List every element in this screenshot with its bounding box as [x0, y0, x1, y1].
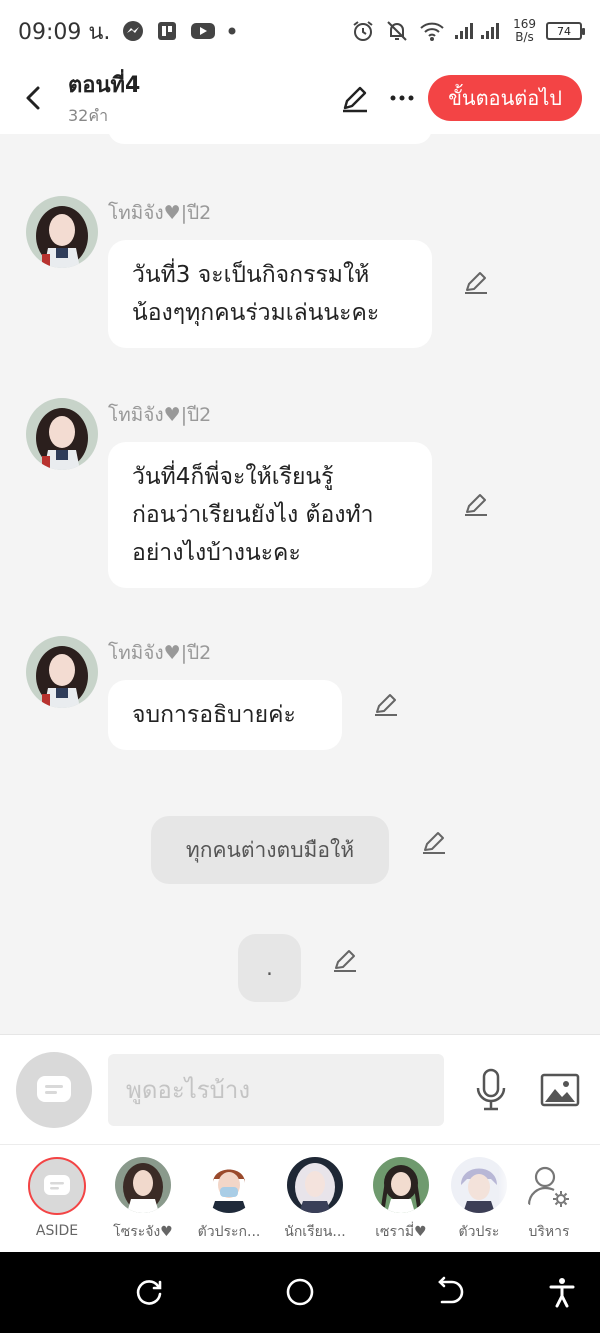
- character-serami[interactable]: เซรามี่♥: [359, 1157, 443, 1243]
- avatar-girl-icon: [26, 398, 98, 470]
- avatar: [287, 1157, 343, 1213]
- back-nav-button[interactable]: [434, 1276, 466, 1312]
- character-label: ASIDE: [35, 1223, 79, 1239]
- header: ตอนที่4 32คำ ขั้นตอนต่อไป: [0, 62, 600, 134]
- manage-characters-icon-wrap: [521, 1157, 577, 1213]
- recents-button[interactable]: [134, 1276, 166, 1312]
- character-student[interactable]: นักเรียน...: [273, 1157, 357, 1243]
- character-aside[interactable]: ASIDE: [15, 1157, 99, 1239]
- character-sora[interactable]: โซระจัง♥: [101, 1157, 185, 1243]
- character-label: นักเรียน...: [284, 1224, 346, 1240]
- microphone-icon: [476, 1068, 506, 1110]
- more-button[interactable]: [390, 94, 414, 102]
- character-label: ตัวประก...: [197, 1224, 261, 1240]
- aside-toggle-button[interactable]: [16, 1051, 92, 1128]
- status-left: 09:09 น.: [18, 14, 236, 49]
- title-block: ตอนที่4 32คำ: [68, 67, 140, 129]
- sender-name: โทมิจัง♥|ปี2: [108, 404, 212, 426]
- edit-narration-button[interactable]: [331, 946, 359, 978]
- edit-message-button[interactable]: [462, 490, 490, 522]
- notification-dot-icon: [228, 27, 236, 35]
- app-icon: [156, 20, 178, 42]
- aside-avatar: [28, 1157, 86, 1215]
- avatar-girl-icon: [26, 196, 98, 268]
- message-bubble[interactable]: จบการอธิบายค่ะ: [108, 680, 342, 750]
- accessibility-icon: [549, 1278, 575, 1308]
- messenger-icon: [122, 20, 144, 42]
- accessibility-button[interactable]: [546, 1276, 578, 1312]
- avatar: [201, 1157, 257, 1213]
- avatar-girl-icon: [115, 1157, 171, 1213]
- avatar[interactable]: [26, 398, 98, 470]
- wifi-icon: [419, 20, 445, 42]
- recents-icon: [136, 1280, 162, 1305]
- user-settings-icon: [527, 1166, 569, 1207]
- avatar: [373, 1157, 429, 1213]
- net-speed: 169 B/s: [513, 18, 536, 44]
- next-step-button[interactable]: ขั้นตอนต่อไป: [428, 75, 582, 121]
- youtube-icon: [190, 21, 216, 41]
- status-right: 169 B/s 74: [351, 18, 585, 44]
- header-actions: [340, 83, 414, 113]
- pencil-icon: [465, 272, 487, 294]
- chat-bubble-icon: [44, 1175, 70, 1195]
- character-extra-1[interactable]: ตัวประก...: [187, 1157, 271, 1243]
- chevron-left-icon: [26, 86, 40, 110]
- message-bubble[interactable]: วันที่3 จะเป็นกิจกรรมให้ น้องๆทุกคนร่วมเ…: [108, 240, 432, 348]
- character-bar: ASIDE โซระจัง♥ ตัวประก... นักเรียน... เซ…: [0, 1144, 600, 1253]
- more-dots-icon: [390, 95, 414, 101]
- pencil-icon: [423, 832, 445, 854]
- status-bar: 09:09 น. 169 B/s 74: [0, 0, 600, 62]
- message-input[interactable]: [108, 1053, 444, 1126]
- sender-name: โทมิจัง♥|ปี2: [108, 642, 212, 664]
- edit-title-button[interactable]: [340, 83, 370, 113]
- narration-bubble[interactable]: ทุกคนต่างตบมือให้: [151, 816, 389, 884]
- avatar-girl-icon: [26, 636, 98, 708]
- avatar-girl-icon: [287, 1157, 343, 1213]
- sender-name: โทมิจัง♥|ปี2: [108, 202, 212, 224]
- status-time: 09:09 น.: [18, 19, 111, 45]
- avatar-girl-icon: [373, 1157, 429, 1213]
- character-label: ตัวประ: [458, 1224, 500, 1240]
- manage-characters-button[interactable]: บริหาร: [507, 1157, 591, 1243]
- edit-message-button[interactable]: [372, 690, 400, 722]
- signal-icon: [455, 21, 503, 41]
- system-nav-bar: [0, 1252, 600, 1333]
- word-count: 32คำ: [68, 106, 109, 125]
- chat-bubble-icon: [37, 1075, 71, 1102]
- message-bubble[interactable]: วันที่4ก็พี่จะให้เรียนรู้ ก่อนว่าเรียนยั…: [108, 442, 432, 588]
- net-speed-unit: B/s: [515, 30, 534, 44]
- image-button[interactable]: [540, 1073, 580, 1107]
- mic-button[interactable]: [474, 1068, 508, 1112]
- home-button[interactable]: [284, 1276, 316, 1312]
- image-icon: [540, 1073, 580, 1106]
- character-label: โซระจัง♥: [113, 1224, 173, 1240]
- pencil-icon: [375, 694, 397, 716]
- pencil-icon: [334, 950, 356, 972]
- alarm-icon: [351, 19, 375, 43]
- previous-message-bubble[interactable]: [108, 134, 432, 144]
- character-label: เซรามี่♥: [375, 1224, 427, 1240]
- back-button[interactable]: [18, 78, 48, 118]
- edit-message-button[interactable]: [462, 268, 490, 300]
- composer: [0, 1034, 600, 1144]
- avatar[interactable]: [26, 196, 98, 268]
- home-circle-icon: [286, 1278, 314, 1306]
- edit-narration-button[interactable]: [420, 828, 448, 860]
- net-speed-value: 169: [513, 17, 536, 31]
- pencil-icon: [343, 86, 368, 113]
- chat-area[interactable]: โทมิจัง♥|ปี2 วันที่3 จะเป็นกิจกรรมให้ น้…: [0, 134, 600, 1034]
- avatar-boy-icon: [201, 1157, 257, 1213]
- avatar[interactable]: [26, 636, 98, 708]
- avatar: [115, 1157, 171, 1213]
- battery-icon: 74: [546, 22, 585, 40]
- character-label: บริหาร: [528, 1224, 570, 1240]
- pencil-icon: [465, 494, 487, 516]
- page-title: ตอนที่4: [68, 73, 141, 98]
- back-arrow-icon: [438, 1276, 464, 1304]
- bell-muted-icon: [385, 19, 409, 43]
- narration-bubble[interactable]: .: [238, 934, 301, 1002]
